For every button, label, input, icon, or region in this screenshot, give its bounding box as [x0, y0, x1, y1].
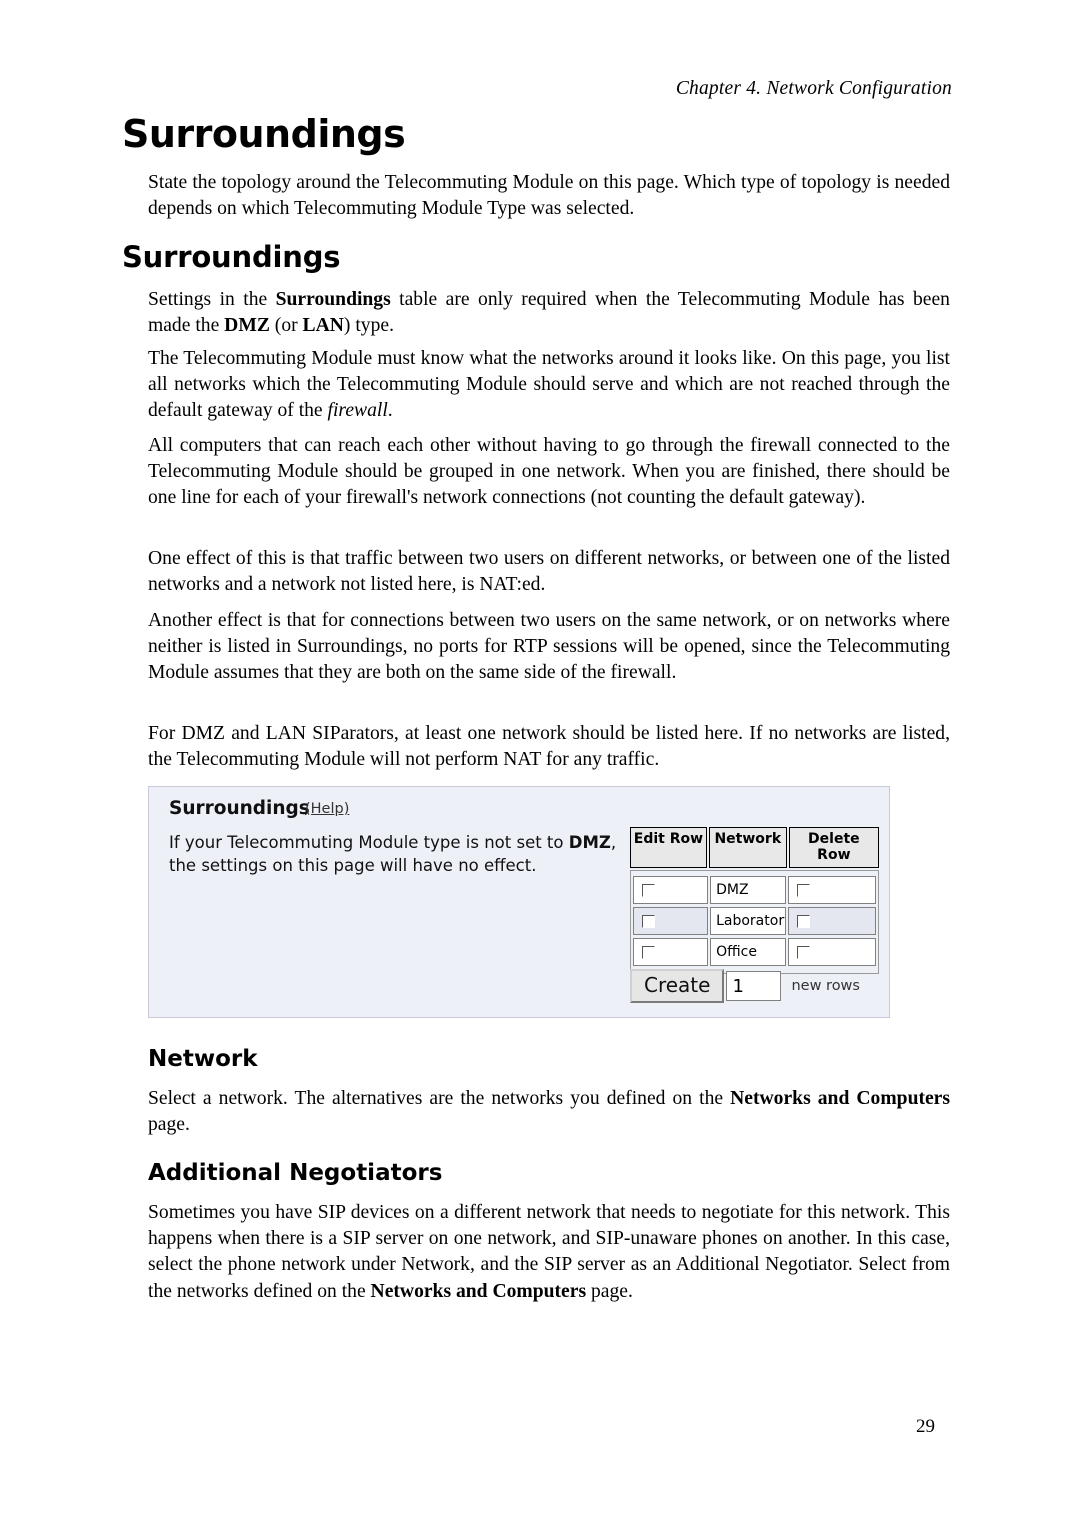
delete-row-checkbox[interactable] — [796, 914, 810, 928]
column-header-edit-row: Edit Row — [630, 827, 707, 868]
intro-paragraph: State the topology around the Telecommut… — [148, 172, 950, 220]
intro-paragraph-block: State the topology around the Telecommut… — [148, 170, 950, 222]
section-paragraph-1: Settings in the Surroundings table are o… — [148, 287, 950, 339]
network-name-cell[interactable]: DMZ — [710, 876, 786, 904]
column-header-delete-row: Delete Row — [788, 827, 879, 868]
create-rows-controls: Create 1 new rows — [630, 969, 860, 1003]
p2-text-b: . — [387, 400, 393, 422]
network-p-b: page. — [148, 1114, 190, 1136]
p4-text: One effect of this is that traffic betwe… — [148, 548, 950, 596]
new-rows-input[interactable]: 1 — [726, 971, 782, 1001]
p1-prefix: Settings in the — [148, 289, 276, 310]
figure-note: If your Telecommuting Module type is not… — [169, 831, 639, 877]
negotiators-paragraph: Sometimes you have SIP devices on a diff… — [148, 1200, 950, 1305]
p1-bold-lan: LAN — [302, 315, 344, 337]
p1-bold-dmz: DMZ — [224, 315, 270, 337]
note-text-a: If your Telecommuting Module type is not… — [169, 833, 569, 852]
surroundings-table: Edit Row Network Delete Row DMZ Laborato… — [630, 827, 879, 974]
delete-row-checkbox[interactable] — [796, 883, 810, 897]
network-name-cell[interactable]: Laboratory — [710, 907, 786, 935]
edit-row-checkbox[interactable] — [642, 914, 655, 928]
new-rows-label: new rows — [791, 978, 860, 994]
delete-row-checkbox[interactable] — [796, 945, 810, 959]
table-body: DMZ Laboratory Office — [630, 870, 879, 974]
page-title: Surroundings — [122, 112, 406, 156]
section-paragraph-5: Another effect is that for connections b… — [148, 608, 950, 687]
edit-row-cell[interactable] — [633, 907, 709, 935]
document-page: Chapter 4. Network Configuration Surroun… — [0, 0, 1080, 1527]
p2-text-a: The Telecommuting Module must know what … — [148, 348, 950, 422]
edit-row-cell[interactable] — [633, 876, 709, 904]
surroundings-screenshot-figure: Surroundings (Help) If your Telecommutin… — [148, 786, 890, 1018]
table-row: Laboratory — [633, 907, 877, 935]
delete-row-cell[interactable] — [787, 907, 877, 935]
table-row: DMZ — [633, 876, 877, 904]
column-header-network: Network — [708, 827, 787, 868]
note-bold-dmz: DMZ — [568, 833, 611, 852]
delete-row-cell[interactable] — [787, 938, 877, 966]
section-paragraph-2: The Telecommuting Module must know what … — [148, 346, 950, 425]
edit-row-checkbox[interactable] — [642, 883, 655, 897]
help-link[interactable]: (Help) — [305, 801, 349, 817]
delete-row-cell[interactable] — [787, 876, 877, 904]
table-row: Office — [633, 938, 877, 966]
p3-text: All computers that can reach each other … — [148, 435, 950, 509]
section-paragraph-6: For DMZ and LAN SIParators, at least one… — [148, 721, 950, 773]
create-button[interactable]: Create — [630, 969, 725, 1003]
neg-p-b: page. — [586, 1280, 633, 1302]
section-paragraph-4: One effect of this is that traffic betwe… — [148, 546, 950, 598]
network-name-cell[interactable]: Office — [710, 938, 786, 966]
heading-additional-negotiators: Additional Negotiators — [148, 1160, 443, 1186]
p1-suffix: ) type. — [343, 315, 394, 337]
table-header-row: Edit Row Network Delete Row — [630, 827, 879, 868]
network-paragraph: Select a network. The alternatives are t… — [148, 1086, 950, 1138]
p1-mid2: (or — [269, 315, 303, 337]
page-number: 29 — [916, 1416, 935, 1437]
figure-title: Surroundings — [169, 798, 310, 819]
network-p-a: Select a network. The alternatives are t… — [148, 1088, 731, 1109]
edit-row-checkbox[interactable] — [642, 945, 655, 959]
edit-row-cell[interactable] — [633, 938, 709, 966]
section-paragraph-3: All computers that can reach each other … — [148, 433, 950, 512]
running-head: Chapter 4. Network Configuration — [675, 78, 952, 99]
heading-network: Network — [148, 1046, 258, 1072]
section-heading-surroundings: Surroundings — [122, 240, 341, 274]
network-p-bold: Networks and Computers — [730, 1088, 951, 1109]
p6-text: For DMZ and LAN SIParators, at least one… — [148, 723, 950, 771]
p1-bold-surroundings: Surroundings — [275, 289, 391, 310]
neg-p-bold: Networks and Computers — [370, 1280, 587, 1302]
p2-italic-firewall: firewall — [327, 400, 388, 422]
p5-text: Another effect is that for connections b… — [148, 610, 950, 684]
